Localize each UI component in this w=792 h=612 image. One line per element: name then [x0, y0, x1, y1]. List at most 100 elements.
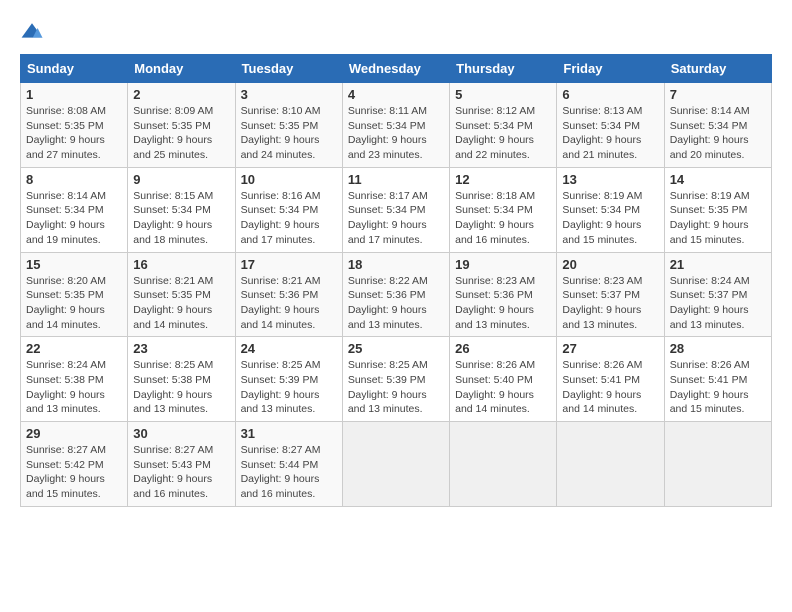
day-info: Sunrise: 8:25 AM Sunset: 5:38 PM Dayligh…: [133, 358, 229, 417]
daylight-label: Daylight: 9 hours and 16 minutes.: [241, 473, 320, 500]
daylight-label: Daylight: 9 hours and 16 minutes.: [133, 473, 212, 500]
sunrise-label: Sunrise: 8:13 AM: [562, 105, 642, 117]
sunset-label: Sunset: 5:36 PM: [455, 289, 533, 301]
calendar-day-cell: 28 Sunrise: 8:26 AM Sunset: 5:41 PM Dayl…: [664, 337, 771, 422]
day-info: Sunrise: 8:11 AM Sunset: 5:34 PM Dayligh…: [348, 104, 444, 163]
calendar-week-row: 1 Sunrise: 8:08 AM Sunset: 5:35 PM Dayli…: [21, 83, 772, 168]
sunrise-label: Sunrise: 8:12 AM: [455, 105, 535, 117]
sunset-label: Sunset: 5:37 PM: [562, 289, 640, 301]
calendar-week-row: 8 Sunrise: 8:14 AM Sunset: 5:34 PM Dayli…: [21, 167, 772, 252]
day-info: Sunrise: 8:09 AM Sunset: 5:35 PM Dayligh…: [133, 104, 229, 163]
sunrise-label: Sunrise: 8:25 AM: [348, 359, 428, 371]
page-header: [20, 20, 772, 44]
calendar-day-cell: 21 Sunrise: 8:24 AM Sunset: 5:37 PM Dayl…: [664, 252, 771, 337]
day-info: Sunrise: 8:14 AM Sunset: 5:34 PM Dayligh…: [26, 189, 122, 248]
calendar-day-cell: 31 Sunrise: 8:27 AM Sunset: 5:44 PM Dayl…: [235, 422, 342, 507]
sunset-label: Sunset: 5:35 PM: [133, 289, 211, 301]
sunrise-label: Sunrise: 8:26 AM: [455, 359, 535, 371]
day-number: 13: [562, 172, 658, 187]
day-info: Sunrise: 8:14 AM Sunset: 5:34 PM Dayligh…: [670, 104, 766, 163]
day-number: 22: [26, 341, 122, 356]
daylight-label: Daylight: 9 hours and 14 minutes.: [133, 304, 212, 331]
sunrise-label: Sunrise: 8:14 AM: [26, 190, 106, 202]
day-info: Sunrise: 8:18 AM Sunset: 5:34 PM Dayligh…: [455, 189, 551, 248]
sunset-label: Sunset: 5:35 PM: [26, 120, 104, 132]
sunset-label: Sunset: 5:35 PM: [670, 204, 748, 216]
sunrise-label: Sunrise: 8:23 AM: [562, 275, 642, 287]
calendar-day-cell: 16 Sunrise: 8:21 AM Sunset: 5:35 PM Dayl…: [128, 252, 235, 337]
sunset-label: Sunset: 5:39 PM: [348, 374, 426, 386]
day-number: 28: [670, 341, 766, 356]
day-info: Sunrise: 8:16 AM Sunset: 5:34 PM Dayligh…: [241, 189, 337, 248]
daylight-label: Daylight: 9 hours and 13 minutes.: [455, 304, 534, 331]
sunrise-label: Sunrise: 8:11 AM: [348, 105, 427, 117]
weekday-header: Friday: [557, 55, 664, 83]
sunset-label: Sunset: 5:34 PM: [562, 204, 640, 216]
sunrise-label: Sunrise: 8:20 AM: [26, 275, 106, 287]
calendar-table: SundayMondayTuesdayWednesdayThursdayFrid…: [20, 54, 772, 507]
calendar-day-cell: 27 Sunrise: 8:26 AM Sunset: 5:41 PM Dayl…: [557, 337, 664, 422]
calendar-day-cell: 26 Sunrise: 8:26 AM Sunset: 5:40 PM Dayl…: [450, 337, 557, 422]
sunset-label: Sunset: 5:34 PM: [26, 204, 104, 216]
sunrise-label: Sunrise: 8:21 AM: [133, 275, 213, 287]
daylight-label: Daylight: 9 hours and 17 minutes.: [241, 219, 320, 246]
day-number: 14: [670, 172, 766, 187]
daylight-label: Daylight: 9 hours and 13 minutes.: [562, 304, 641, 331]
sunrise-label: Sunrise: 8:14 AM: [670, 105, 750, 117]
daylight-label: Daylight: 9 hours and 13 minutes.: [348, 389, 427, 416]
sunrise-label: Sunrise: 8:16 AM: [241, 190, 321, 202]
daylight-label: Daylight: 9 hours and 17 minutes.: [348, 219, 427, 246]
sunrise-label: Sunrise: 8:21 AM: [241, 275, 321, 287]
day-number: 3: [241, 87, 337, 102]
daylight-label: Daylight: 9 hours and 20 minutes.: [670, 134, 749, 161]
daylight-label: Daylight: 9 hours and 13 minutes.: [348, 304, 427, 331]
weekday-header: Saturday: [664, 55, 771, 83]
day-info: Sunrise: 8:19 AM Sunset: 5:35 PM Dayligh…: [670, 189, 766, 248]
weekday-header: Tuesday: [235, 55, 342, 83]
day-info: Sunrise: 8:21 AM Sunset: 5:35 PM Dayligh…: [133, 274, 229, 333]
calendar-day-cell: 4 Sunrise: 8:11 AM Sunset: 5:34 PM Dayli…: [342, 83, 449, 168]
day-info: Sunrise: 8:20 AM Sunset: 5:35 PM Dayligh…: [26, 274, 122, 333]
sunset-label: Sunset: 5:39 PM: [241, 374, 319, 386]
weekday-header: Monday: [128, 55, 235, 83]
sunset-label: Sunset: 5:41 PM: [562, 374, 640, 386]
calendar-day-cell: 20 Sunrise: 8:23 AM Sunset: 5:37 PM Dayl…: [557, 252, 664, 337]
day-info: Sunrise: 8:19 AM Sunset: 5:34 PM Dayligh…: [562, 189, 658, 248]
day-number: 16: [133, 257, 229, 272]
day-info: Sunrise: 8:08 AM Sunset: 5:35 PM Dayligh…: [26, 104, 122, 163]
sunrise-label: Sunrise: 8:25 AM: [133, 359, 213, 371]
day-number: 7: [670, 87, 766, 102]
calendar-day-cell: 15 Sunrise: 8:20 AM Sunset: 5:35 PM Dayl…: [21, 252, 128, 337]
sunset-label: Sunset: 5:38 PM: [26, 374, 104, 386]
calendar-day-cell: [557, 422, 664, 507]
sunset-label: Sunset: 5:38 PM: [133, 374, 211, 386]
sunset-label: Sunset: 5:37 PM: [670, 289, 748, 301]
daylight-label: Daylight: 9 hours and 23 minutes.: [348, 134, 427, 161]
day-info: Sunrise: 8:26 AM Sunset: 5:41 PM Dayligh…: [562, 358, 658, 417]
day-number: 2: [133, 87, 229, 102]
logo-icon: [20, 20, 44, 44]
sunrise-label: Sunrise: 8:17 AM: [348, 190, 428, 202]
day-info: Sunrise: 8:26 AM Sunset: 5:40 PM Dayligh…: [455, 358, 551, 417]
weekday-header: Thursday: [450, 55, 557, 83]
calendar-day-cell: 23 Sunrise: 8:25 AM Sunset: 5:38 PM Dayl…: [128, 337, 235, 422]
calendar-day-cell: 8 Sunrise: 8:14 AM Sunset: 5:34 PM Dayli…: [21, 167, 128, 252]
daylight-label: Daylight: 9 hours and 22 minutes.: [455, 134, 534, 161]
sunset-label: Sunset: 5:35 PM: [241, 120, 319, 132]
daylight-label: Daylight: 9 hours and 13 minutes.: [241, 389, 320, 416]
sunset-label: Sunset: 5:43 PM: [133, 459, 211, 471]
sunset-label: Sunset: 5:34 PM: [348, 120, 426, 132]
day-info: Sunrise: 8:21 AM Sunset: 5:36 PM Dayligh…: [241, 274, 337, 333]
day-info: Sunrise: 8:26 AM Sunset: 5:41 PM Dayligh…: [670, 358, 766, 417]
day-info: Sunrise: 8:22 AM Sunset: 5:36 PM Dayligh…: [348, 274, 444, 333]
day-number: 30: [133, 426, 229, 441]
daylight-label: Daylight: 9 hours and 15 minutes.: [670, 389, 749, 416]
calendar-day-cell: 14 Sunrise: 8:19 AM Sunset: 5:35 PM Dayl…: [664, 167, 771, 252]
daylight-label: Daylight: 9 hours and 13 minutes.: [133, 389, 212, 416]
calendar-day-cell: 29 Sunrise: 8:27 AM Sunset: 5:42 PM Dayl…: [21, 422, 128, 507]
day-number: 15: [26, 257, 122, 272]
daylight-label: Daylight: 9 hours and 24 minutes.: [241, 134, 320, 161]
sunrise-label: Sunrise: 8:19 AM: [562, 190, 642, 202]
sunset-label: Sunset: 5:35 PM: [26, 289, 104, 301]
day-number: 6: [562, 87, 658, 102]
